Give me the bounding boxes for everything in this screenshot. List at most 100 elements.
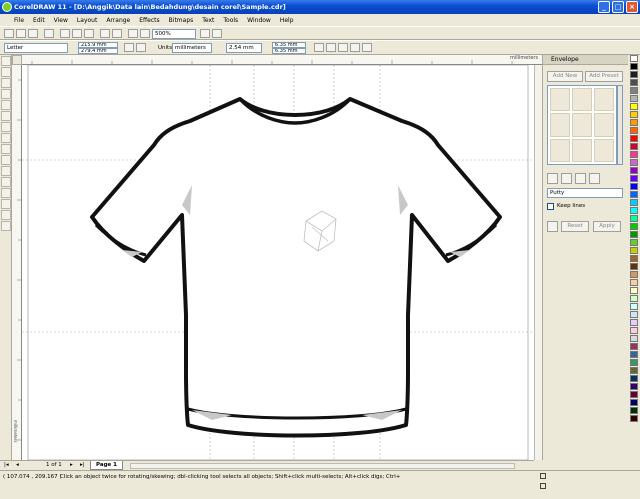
color-swatch[interactable]: [630, 343, 638, 350]
menu-help[interactable]: Help: [280, 17, 294, 24]
open-icon[interactable]: [16, 29, 26, 38]
snap-to-objects-icon[interactable]: [350, 43, 360, 52]
freehand-tool-icon[interactable]: [1, 100, 11, 110]
rectangle-tool-icon[interactable]: [1, 122, 11, 132]
color-swatch[interactable]: [630, 231, 638, 238]
preset-thumbnail[interactable]: [594, 113, 614, 137]
snap-to-grid-icon[interactable]: [326, 43, 336, 52]
ruler-origin[interactable]: [12, 55, 22, 65]
preset-thumbnail[interactable]: [550, 113, 570, 137]
copy-icon[interactable]: [72, 29, 82, 38]
color-swatch[interactable]: [630, 87, 638, 94]
vertical-ruler[interactable]: millimeters: [12, 65, 22, 460]
color-swatch[interactable]: [630, 351, 638, 358]
drawing-canvas[interactable]: [22, 65, 534, 460]
color-swatch[interactable]: [630, 71, 638, 78]
next-page-icon[interactable]: ▸: [70, 462, 73, 468]
color-swatch[interactable]: [630, 239, 638, 246]
color-swatch[interactable]: [630, 287, 638, 294]
first-page-icon[interactable]: |◂: [4, 462, 9, 468]
mapping-mode-select[interactable]: Putty: [547, 188, 623, 198]
tab-page-1[interactable]: Page 1: [90, 461, 124, 470]
new-icon[interactable]: [4, 29, 14, 38]
keep-lines-checkbox[interactable]: [547, 203, 554, 210]
straight-line-mode-icon[interactable]: [547, 173, 558, 184]
text-tool-icon[interactable]: [1, 166, 11, 176]
ellipse-tool-icon[interactable]: [1, 133, 11, 143]
color-swatch[interactable]: [630, 375, 638, 382]
color-swatch[interactable]: [630, 223, 638, 230]
apply-button[interactable]: Apply: [593, 221, 621, 232]
color-swatch[interactable]: [630, 151, 638, 158]
color-swatch[interactable]: [630, 63, 638, 70]
menu-text[interactable]: Text: [202, 17, 214, 24]
color-swatch[interactable]: [630, 199, 638, 206]
preset-scrollbar[interactable]: [617, 85, 623, 165]
previous-page-icon[interactable]: ◂: [16, 462, 19, 468]
save-icon[interactable]: [28, 29, 38, 38]
menu-effects[interactable]: Effects: [139, 17, 159, 24]
export-icon[interactable]: [140, 29, 150, 38]
color-swatch[interactable]: [630, 175, 638, 182]
page-height-field[interactable]: 279.4 mm: [78, 48, 118, 54]
color-swatch[interactable]: [630, 167, 638, 174]
color-swatch[interactable]: [630, 335, 638, 342]
application-launcher-icon[interactable]: [200, 29, 210, 38]
preset-thumbnail[interactable]: [594, 138, 614, 162]
interactive-blend-tool-icon[interactable]: [1, 177, 11, 187]
preset-thumbnail[interactable]: [572, 138, 592, 162]
paste-icon[interactable]: [84, 29, 94, 38]
pick-tool-icon[interactable]: [1, 56, 11, 66]
horizontal-ruler[interactable]: millimeters: [22, 55, 542, 65]
basic-shapes-tool-icon[interactable]: [1, 155, 11, 165]
color-swatch[interactable]: [630, 327, 638, 334]
color-swatch[interactable]: [630, 407, 638, 414]
eyedropper-icon[interactable]: [547, 221, 558, 232]
menu-tools[interactable]: Tools: [223, 17, 238, 24]
close-button[interactable]: ×: [626, 1, 638, 13]
last-page-icon[interactable]: ▸|: [80, 462, 85, 468]
preset-thumbnail[interactable]: [550, 138, 570, 162]
shape-tool-icon[interactable]: [1, 67, 11, 77]
color-swatch[interactable]: [630, 391, 638, 398]
color-swatch[interactable]: [630, 103, 638, 110]
color-swatch[interactable]: [630, 399, 638, 406]
menu-file[interactable]: File: [14, 17, 24, 24]
color-swatch[interactable]: [630, 247, 638, 254]
snap-to-guidelines-icon[interactable]: [338, 43, 348, 52]
polygon-tool-icon[interactable]: [1, 144, 11, 154]
color-swatch[interactable]: [630, 303, 638, 310]
duplicate-distance-y-field[interactable]: 6.35 mm: [272, 48, 306, 54]
color-swatch[interactable]: [630, 79, 638, 86]
outline-indicator-icon[interactable]: [540, 483, 546, 489]
color-swatch[interactable]: [630, 55, 638, 62]
paper-size-select[interactable]: Letter: [4, 43, 68, 53]
menu-layout[interactable]: Layout: [77, 17, 97, 24]
preset-thumbnail[interactable]: [572, 88, 592, 112]
eyedropper-tool-icon[interactable]: [1, 188, 11, 198]
color-swatch[interactable]: [630, 311, 638, 318]
add-new-button[interactable]: Add New: [547, 71, 583, 82]
color-swatch[interactable]: [630, 359, 638, 366]
add-preset-button[interactable]: Add Preset: [585, 71, 623, 82]
reset-button[interactable]: Reset: [561, 221, 589, 232]
menu-bitmaps[interactable]: Bitmaps: [169, 17, 194, 24]
color-swatch[interactable]: [630, 279, 638, 286]
color-swatch[interactable]: [630, 271, 638, 278]
menu-arrange[interactable]: Arrange: [106, 17, 130, 24]
interactive-fill-tool-icon[interactable]: [1, 221, 11, 231]
menu-view[interactable]: View: [54, 17, 68, 24]
single-arc-mode-icon[interactable]: [561, 173, 572, 184]
landscape-icon[interactable]: [136, 43, 146, 52]
coreldraw-app-icon[interactable]: [2, 2, 12, 12]
print-icon[interactable]: [44, 29, 54, 38]
color-swatch[interactable]: [630, 111, 638, 118]
menu-edit[interactable]: Edit: [33, 17, 45, 24]
fill-tool-icon[interactable]: [1, 210, 11, 220]
color-swatch[interactable]: [630, 215, 638, 222]
color-swatch[interactable]: [630, 383, 638, 390]
nudge-offset-field[interactable]: 2.54 mm: [226, 43, 262, 53]
minimize-button[interactable]: _: [598, 1, 610, 13]
color-swatch[interactable]: [630, 183, 638, 190]
preset-thumbnail[interactable]: [594, 88, 614, 112]
